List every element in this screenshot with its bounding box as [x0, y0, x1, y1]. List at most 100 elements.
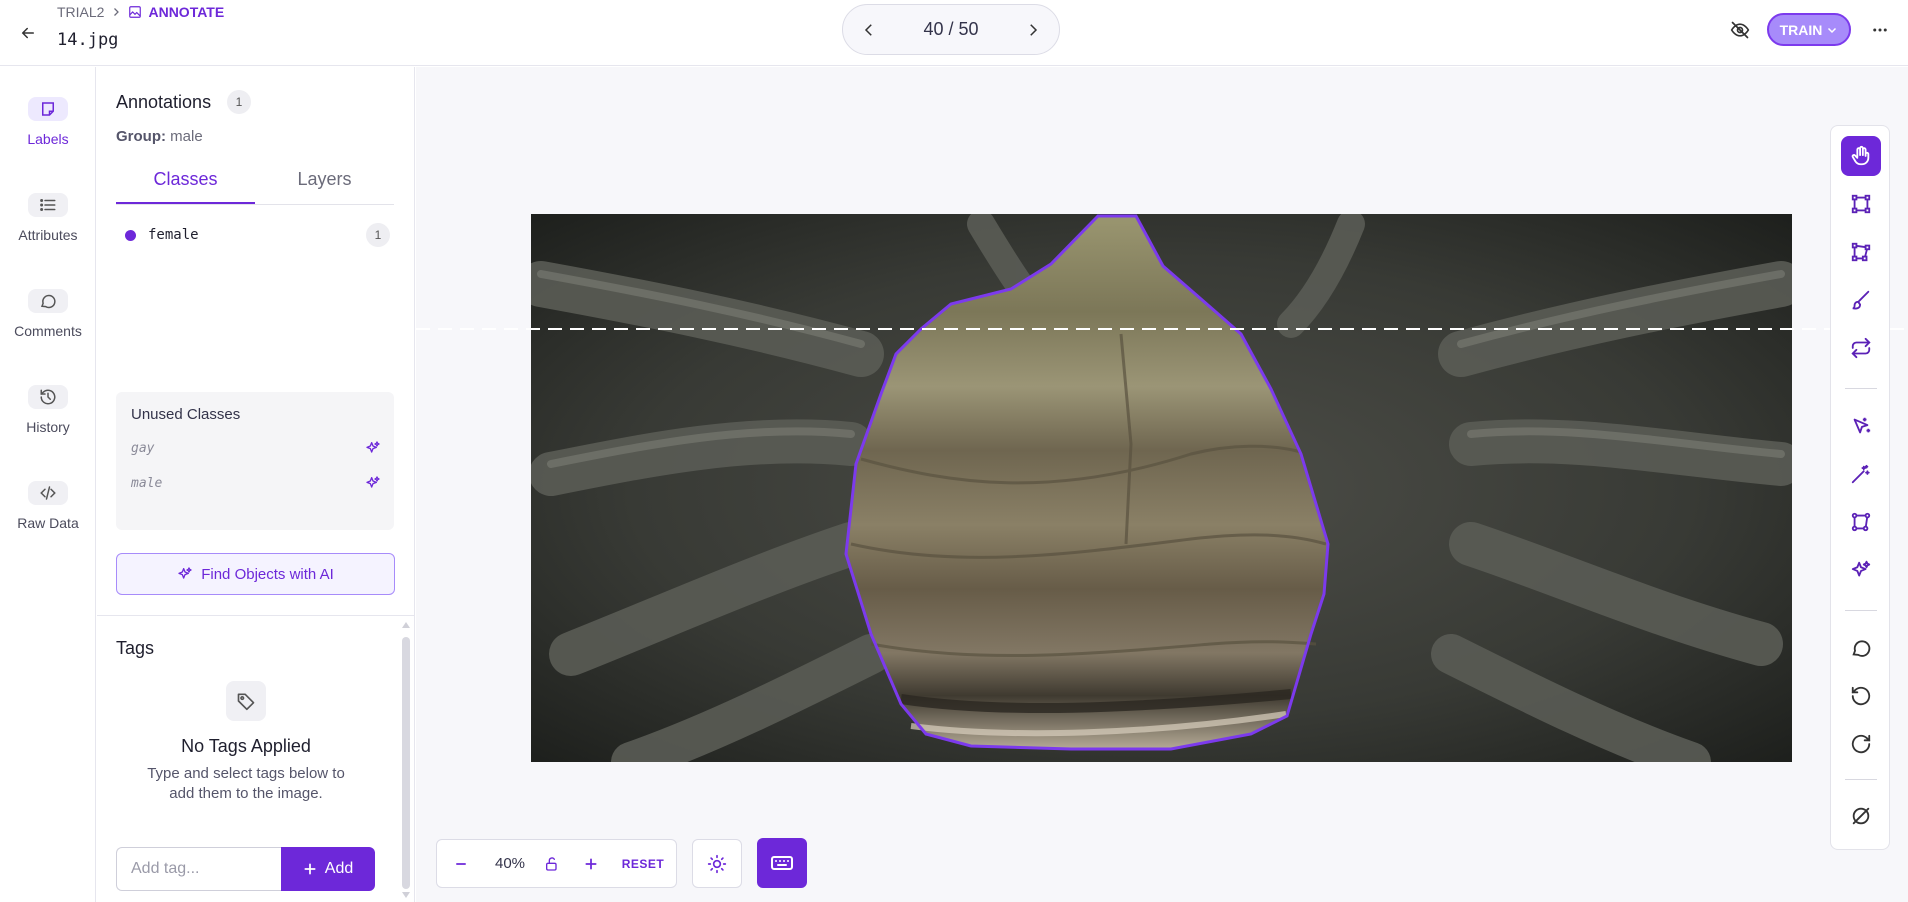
find-objects-ai-label: Find Objects with AI: [201, 565, 334, 583]
more-options-button[interactable]: [1864, 14, 1896, 46]
plus-icon: [585, 857, 597, 870]
annotations-title: Annotations: [116, 92, 212, 112]
annotate-icon: [129, 6, 142, 18]
magic-wand-tool[interactable]: [1841, 454, 1881, 494]
polygon-icon: [1851, 242, 1871, 262]
sparkle-icon: [366, 441, 380, 453]
bounding-box-icon: [1851, 194, 1871, 214]
history-icon: [40, 389, 56, 405]
image-pager: 40 / 50: [842, 4, 1060, 55]
scroll-down-icon: [402, 892, 410, 898]
brush-icon: [1852, 290, 1870, 310]
panel-scrollbar[interactable]: [401, 621, 411, 899]
prev-image-button[interactable]: [855, 16, 883, 44]
sparkle-icon: [366, 476, 380, 488]
panel-divider: [97, 615, 415, 616]
bounding-box-tool[interactable]: [1841, 184, 1881, 224]
sparkle-icon: [178, 567, 192, 579]
next-image-button[interactable]: [1019, 16, 1047, 44]
polygon-tool[interactable]: [1841, 232, 1881, 272]
nav-labels[interactable]: Labels: [0, 67, 96, 147]
panel-tabs: Classes Layers: [116, 167, 394, 205]
undo-icon: [1851, 686, 1871, 706]
ai-polygon-icon: [1851, 512, 1871, 532]
unused-class-gay[interactable]: gay: [131, 436, 381, 460]
comment-icon: [40, 294, 56, 309]
find-objects-ai-button[interactable]: Find Objects with AI: [116, 553, 395, 595]
nav-comments[interactable]: Comments: [0, 259, 96, 339]
tab-classes[interactable]: Classes: [116, 167, 255, 204]
smart-select-icon: [1853, 417, 1871, 434]
ai-sparkle-button[interactable]: [365, 475, 381, 491]
pager-count: 40 / 50: [923, 19, 979, 39]
ai-sparkle-button[interactable]: [365, 440, 381, 456]
class-item-female[interactable]: female 1: [116, 220, 394, 250]
annotations-count-badge: 1: [227, 90, 251, 114]
class-name: female: [148, 227, 199, 243]
nav-label-attributes: Attributes: [18, 227, 78, 243]
toolbar-separator: [1845, 610, 1877, 611]
toolbar-separator: [1845, 388, 1877, 389]
sparkle-icon: [1851, 560, 1871, 577]
ai-polygon-tool[interactable]: [1841, 502, 1881, 542]
redo-button[interactable]: [1841, 724, 1881, 764]
file-name: 14.jpg: [57, 30, 119, 50]
scrollbar-thumb[interactable]: [402, 637, 410, 889]
tag-icon-box: [226, 681, 266, 721]
brightness-button[interactable]: [692, 839, 742, 888]
redo-icon: [1851, 734, 1871, 754]
tags-title: Tags: [116, 638, 155, 658]
undo-button[interactable]: [1841, 676, 1881, 716]
ai-assist-tool[interactable]: [1841, 550, 1881, 590]
scroll-up-icon: [402, 622, 410, 628]
smart-select-tool[interactable]: [1841, 406, 1881, 446]
zoom-out-button[interactable]: [437, 840, 485, 888]
group-value: male: [170, 128, 203, 145]
nav-attributes[interactable]: Attributes: [0, 163, 96, 243]
unused-class-male[interactable]: male: [131, 471, 381, 495]
zoom-controls: 40% RESET: [436, 839, 677, 888]
add-tag-input[interactable]: [116, 847, 282, 891]
list-icon: [40, 199, 56, 211]
convert-tool[interactable]: [1841, 328, 1881, 368]
train-button[interactable]: TRAIN: [1767, 13, 1851, 46]
back-button[interactable]: [12, 17, 44, 49]
keyboard-shortcuts-button[interactable]: [757, 838, 807, 888]
add-tag-button[interactable]: Add: [281, 847, 375, 891]
tag-icon: [237, 693, 255, 711]
zoom-in-button[interactable]: [569, 840, 613, 888]
label-icon: [42, 102, 54, 116]
class-count-badge: 1: [366, 223, 390, 247]
toggle-visibility-button[interactable]: [1724, 14, 1756, 46]
pan-tool[interactable]: [1841, 136, 1881, 176]
unused-class-name: gay: [131, 440, 155, 456]
null-icon: [1852, 807, 1870, 825]
reset-zoom-button[interactable]: RESET: [613, 840, 673, 888]
top-header: TRIAL2 ANNOTATE 14.jpg 40 / 50 TRAIN: [0, 0, 1908, 66]
more-horizontal-icon: [1873, 28, 1887, 32]
annotation-canvas[interactable]: [416, 67, 1908, 902]
nav-history[interactable]: History: [0, 355, 96, 435]
hand-icon: [1851, 145, 1870, 166]
chevron-left-icon: [864, 23, 872, 36]
class-color-dot: [125, 229, 136, 241]
add-tag-label: Add: [324, 860, 354, 877]
null-annotation-button[interactable]: [1841, 796, 1881, 836]
comment-icon: [1852, 640, 1871, 657]
annotated-image[interactable]: [531, 214, 1792, 762]
keyboard-icon: [771, 856, 793, 870]
group-label: Group:: [116, 128, 166, 145]
nav-label-labels: Labels: [27, 131, 69, 147]
arrow-left-icon: [21, 27, 34, 39]
nav-label-history: History: [26, 419, 70, 435]
lock-zoom-button[interactable]: [535, 840, 569, 888]
chevron-right-icon: [114, 8, 120, 16]
chevron-right-icon: [1030, 23, 1038, 36]
breadcrumb-project[interactable]: TRIAL2: [57, 4, 104, 20]
tab-layers[interactable]: Layers: [255, 167, 394, 204]
annotations-panel: Annotations 1 Group: male Classes Layers…: [97, 67, 415, 902]
brush-tool[interactable]: [1841, 280, 1881, 320]
comment-tool[interactable]: [1841, 628, 1881, 668]
nav-raw-data[interactable]: Raw Data: [0, 451, 96, 531]
sun-icon: [707, 854, 727, 873]
